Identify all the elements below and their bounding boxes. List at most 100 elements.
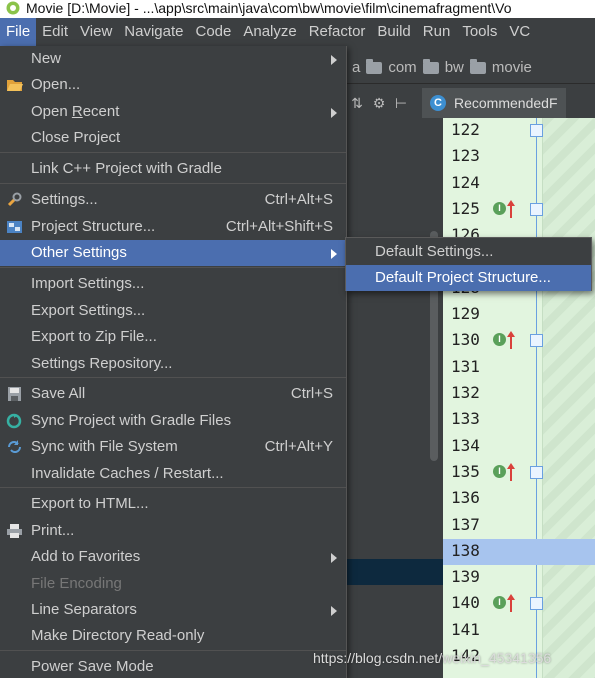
editor-line[interactable]: 134 [443,434,595,460]
menu-item-sync-gradle[interactable]: Sync Project with Gradle Files [0,408,346,434]
menu-item-export-settings[interactable]: Export Settings... [0,298,346,324]
menu-refactor[interactable]: Refactor [303,18,372,46]
breadcrumb-item[interactable]: movie [469,58,532,76]
menu-code[interactable]: Code [189,18,237,46]
tab-recommended[interactable]: C RecommendedF [422,88,566,118]
editor-line[interactable]: 137 [443,513,595,539]
save-icon [8,387,21,401]
override-arrow-icon[interactable] [506,462,516,482]
menu-item-make-readonly[interactable]: Make Directory Read-only [0,623,346,649]
override-arrow-icon[interactable] [506,330,516,350]
menu-item-print[interactable]: Print... [0,518,346,544]
submenu-arrow-icon [331,249,337,259]
menu-item-new[interactable]: New [0,46,346,72]
implements-icon[interactable]: I [493,596,506,610]
editor-line[interactable]: 132 [443,381,595,407]
fold-marker-icon[interactable] [530,124,543,137]
editor-line[interactable]: 141 [443,618,595,644]
fold-marker-icon[interactable] [530,597,543,611]
override-arrow-icon[interactable] [506,593,516,613]
editor-line[interactable]: 139 [443,565,595,591]
menu-item-close-project[interactable]: Close Project [0,125,346,151]
fold-marker-icon[interactable] [530,202,543,216]
editor-line[interactable]: 133 [443,407,595,433]
editor-line[interactable]: 130 I [443,328,595,354]
menu-separator [0,487,346,488]
menu-run[interactable]: Run [417,18,457,46]
ide-window: Movie [D:\Movie] - ...\app\src\main\java… [0,0,595,678]
breadcrumb-label: com [388,59,417,76]
fold-marker-icon[interactable] [530,465,543,479]
line-number: 124 [451,172,480,192]
menu-item-import-settings[interactable]: Import Settings... [0,271,346,297]
menu-navigate[interactable]: Navigate [118,18,189,46]
folder-icon [469,58,486,74]
collapse-icon[interactable]: ⇅ [346,95,368,112]
editor-line[interactable]: 124 [443,171,595,197]
editor-line[interactable]: 136 [443,486,595,512]
sync-icon [8,440,21,453]
breadcrumb-item[interactable]: a [352,59,360,76]
menu-file[interactable]: File [0,18,37,46]
editor-toolbar: ⇅ ⚙ ⊢ C RecommendedF [346,88,595,118]
editor-line[interactable]: 125 I [443,197,595,223]
breadcrumb-label: a [352,59,361,76]
implements-icon[interactable]: I [493,333,506,347]
editor-line[interactable]: 129 [443,302,595,328]
window-title: Movie [D:\Movie] - ...\app\src\main\java… [26,0,512,16]
override-arrow-icon[interactable] [506,199,516,219]
menu-view[interactable]: View [74,18,118,46]
menu-item-default-settings[interactable]: Default Settings... [346,239,591,265]
menu-item-open[interactable]: Open... [0,72,346,98]
menu-separator [0,377,346,378]
submenu-arrow-icon [331,606,337,616]
editor-line[interactable]: 123 [443,144,595,170]
folder-icon [422,58,439,74]
menu-edit[interactable]: Edit [36,18,74,46]
hide-panel-icon[interactable]: ⊢ [390,95,412,112]
project-structure-icon [7,221,22,233]
breadcrumb-label: bw [444,59,464,76]
editor-line[interactable]: 138 [443,538,595,566]
menu-item-power-save[interactable]: Power Save Mode [0,654,346,678]
menu-build[interactable]: Build [371,18,416,46]
line-number: 129 [451,304,480,324]
code-editor[interactable]: 122123124125I126127128129130I13113213313… [443,118,595,678]
breadcrumb-item[interactable]: bw [422,58,464,76]
line-number: 134 [451,435,480,455]
menu-item-link-cpp[interactable]: Link C++ Project with Gradle [0,156,346,182]
editor-line[interactable]: 122 [443,118,595,144]
menu-tools[interactable]: Tools [456,18,503,46]
editor-line[interactable]: 135 I [443,460,595,486]
printer-icon [7,524,22,538]
menu-item-default-project-structure[interactable]: Default Project Structure... [346,265,591,291]
editor-line[interactable]: 131 [443,355,595,381]
wrench-icon [7,192,22,207]
menu-item-export-zip[interactable]: Export to Zip File... [0,324,346,350]
gradle-sync-icon [6,413,22,429]
menu-vcs[interactable]: VC [503,18,536,46]
menu-analyze[interactable]: Analyze [237,18,302,46]
menu-item-invalidate-caches[interactable]: Invalidate Caches / Restart... [0,461,346,487]
menu-item-export-html[interactable]: Export to HTML... [0,491,346,517]
implements-icon[interactable]: I [493,201,506,215]
menu-item-line-separators[interactable]: Line Separators [0,597,346,623]
line-number: 131 [451,356,480,376]
menu-item-sync-filesystem[interactable]: Sync with File System Ctrl+Alt+Y [0,434,346,460]
other-settings-submenu: Default Settings... Default Project Stru… [345,237,592,291]
fold-marker-icon[interactable] [530,334,543,348]
menu-item-project-structure[interactable]: Project Structure... Ctrl+Alt+Shift+S [0,214,346,240]
menu-item-add-favorites[interactable]: Add to Favorites [0,544,346,570]
menu-item-other-settings[interactable]: Other Settings [0,240,346,266]
menu-item-settings[interactable]: Settings... Ctrl+Alt+S [0,187,346,213]
editor-line[interactable]: 140 I [443,591,595,617]
menu-item-save-all[interactable]: Save All Ctrl+S [0,381,346,407]
gear-icon[interactable]: ⚙ [368,95,390,112]
folder-open-icon [7,80,23,91]
menu-item-settings-repository[interactable]: Settings Repository... [0,351,346,377]
breadcrumb-item[interactable]: com [366,58,417,76]
android-studio-icon [6,1,20,15]
implements-icon[interactable]: I [493,464,506,478]
menu-item-open-recent[interactable]: Open Recent [0,99,346,125]
folder-icon [366,58,383,74]
